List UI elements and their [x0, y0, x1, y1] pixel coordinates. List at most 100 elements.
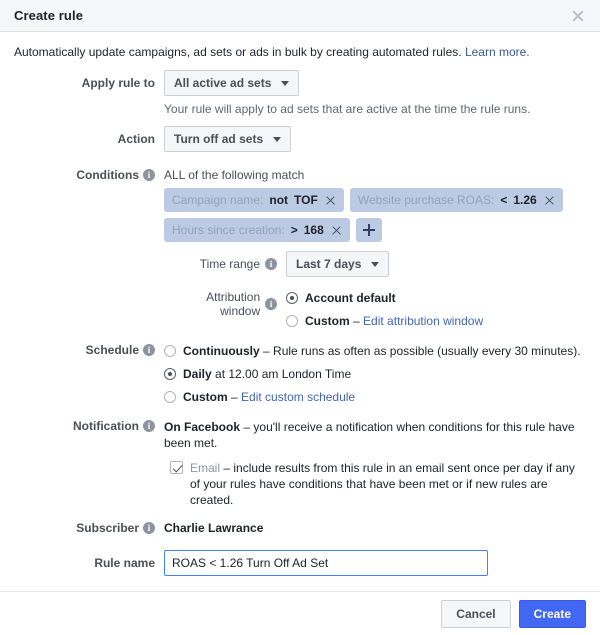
notification-row: Notification i On Facebook – you'll rece… [14, 419, 586, 508]
schedule-field: Continuously – Rule runs as often as pos… [155, 343, 586, 405]
condition-value: 1.26 [513, 193, 537, 207]
conditions-pill-row-1: Campaign name: not TOF Website purchase … [164, 188, 586, 212]
attribution-window-row: Attribution window i Account default Cus… [164, 290, 586, 329]
schedule-option-label: Continuously [183, 344, 260, 358]
schedule-row: Schedule i Continuously – Rule runs as o… [14, 343, 586, 405]
apply-rule-to-label: Apply rule to [81, 76, 155, 90]
dash: – [223, 461, 231, 475]
condition-operator: > [290, 223, 298, 237]
conditions-match-text: ALL of the following match [164, 168, 305, 182]
notification-label-text: Notification [73, 419, 139, 433]
info-icon[interactable]: i [265, 258, 277, 270]
rule-name-label: Rule name [94, 556, 155, 570]
rule-name-row: Rule name [14, 550, 586, 576]
conditions-pill-row-2: Hours since creation: > 168 [164, 218, 586, 242]
condition-key: Campaign name: [172, 193, 264, 207]
attribution-window-label-text: Attribution window [206, 290, 261, 318]
dash: – [231, 390, 238, 404]
conditions-row: Conditions i ALL of the following match … [14, 162, 586, 329]
dialog-footer: Cancel Create [0, 591, 600, 635]
schedule-label: Schedule i [14, 343, 155, 357]
close-icon[interactable] [331, 225, 342, 236]
schedule-option-label: Daily [183, 367, 212, 381]
action-field: Turn off ad sets [155, 126, 586, 152]
attribution-window-label: Attribution window i [164, 290, 277, 318]
subscriber-label: Subscriber i [14, 521, 155, 535]
schedule-option-continuously-text: Continuously – Rule runs as often as pos… [183, 343, 581, 359]
rule-name-input[interactable] [164, 550, 488, 576]
action-value: Turn off ad sets [174, 132, 264, 146]
conditions-label: Conditions i [14, 162, 155, 182]
condition-pill[interactable]: Website purchase ROAS: < 1.26 [349, 188, 563, 212]
attribution-option-custom[interactable]: Custom – Edit attribution window [286, 313, 483, 329]
condition-value: 168 [303, 223, 324, 237]
attribution-option-account-default[interactable]: Account default [286, 290, 483, 306]
notification-label: Notification i [14, 419, 155, 433]
learn-more-link[interactable]: Learn more. [465, 45, 530, 59]
close-icon[interactable] [570, 8, 586, 24]
apply-rule-to-field: All active ad sets Your rule will apply … [155, 70, 586, 117]
schedule-option-custom[interactable]: Custom – Edit custom schedule [164, 389, 586, 405]
attribution-option-label: Custom [305, 314, 350, 328]
time-range-dropdown[interactable]: Last 7 days [286, 251, 390, 277]
attribution-option-custom-text: Custom – Edit attribution window [305, 313, 483, 329]
schedule-option-label: Custom [183, 390, 228, 404]
add-condition-button[interactable] [355, 218, 382, 242]
edit-attribution-window-link[interactable]: Edit attribution window [363, 314, 483, 328]
notification-email-desc: include results from this rule in an ema… [190, 461, 575, 507]
cancel-button[interactable]: Cancel [441, 599, 511, 628]
schedule-option-desc: at 12.00 am London Time [215, 367, 352, 381]
close-icon[interactable] [325, 195, 336, 206]
dialog-body: Automatically update campaigns, ad sets … [0, 32, 600, 576]
notification-email-text: Email – include results from this rule i… [190, 460, 586, 508]
chevron-down-icon [273, 136, 282, 142]
intro-sentence: Automatically update campaigns, ad sets … [14, 45, 462, 59]
info-icon[interactable]: i [143, 169, 155, 181]
notification-email-label: Email [190, 461, 221, 475]
condition-pill[interactable]: Campaign name: not TOF [164, 188, 344, 212]
subscriber-label-text: Subscriber [76, 521, 139, 535]
schedule-option-custom-text: Custom – Edit custom schedule [183, 389, 355, 405]
radio-icon[interactable] [164, 391, 176, 403]
notification-facebook: On Facebook – you'll receive a notificat… [164, 419, 586, 451]
close-icon[interactable] [544, 195, 555, 206]
radio-icon[interactable] [286, 292, 298, 304]
condition-pill[interactable]: Hours since creation: > 168 [164, 218, 350, 242]
condition-operator: < [500, 193, 508, 207]
action-dropdown[interactable]: Turn off ad sets [164, 126, 292, 152]
radio-icon[interactable] [164, 345, 176, 357]
attribution-window-field: Account default Custom – Edit attributio… [277, 290, 483, 329]
condition-key: Hours since creation: [172, 223, 285, 237]
info-icon[interactable]: i [265, 298, 277, 310]
schedule-label-text: Schedule [85, 343, 139, 357]
conditions-field: ALL of the following match Campaign name… [155, 162, 586, 329]
notification-facebook-text: On Facebook – you'll receive a notificat… [164, 419, 586, 451]
intro-text: Automatically update campaigns, ad sets … [14, 44, 586, 60]
subscriber-value: Charlie Lawrance [164, 521, 264, 535]
action-label: Action [117, 132, 155, 146]
time-range-field: Last 7 days [277, 251, 390, 277]
condition-value: TOF [294, 193, 318, 207]
chevron-down-icon [281, 80, 290, 86]
create-button[interactable]: Create [518, 599, 586, 628]
attribution-option-label: Account default [305, 291, 396, 305]
info-icon[interactable]: i [143, 522, 155, 534]
info-icon[interactable]: i [143, 420, 155, 432]
apply-rule-to-row: Apply rule to All active ad sets Your ru… [14, 70, 586, 117]
checkbox-icon[interactable] [170, 461, 183, 474]
apply-rule-to-dropdown[interactable]: All active ad sets [164, 70, 300, 96]
info-icon[interactable]: i [143, 344, 155, 356]
apply-rule-to-value: All active ad sets [174, 76, 272, 90]
conditions-label-text: Conditions [76, 168, 139, 182]
edit-custom-schedule-link[interactable]: Edit custom schedule [241, 390, 355, 404]
schedule-option-continuously[interactable]: Continuously – Rule runs as often as pos… [164, 343, 586, 359]
condition-key: Website purchase ROAS: [357, 193, 495, 207]
radio-icon[interactable] [286, 315, 298, 327]
radio-icon[interactable] [164, 368, 176, 380]
time-range-value: Last 7 days [296, 257, 362, 271]
notification-email[interactable]: Email – include results from this rule i… [164, 460, 586, 508]
schedule-option-daily[interactable]: Daily at 12.00 am London Time [164, 366, 586, 382]
dialog-header: Create rule [0, 0, 600, 32]
dialog-title: Create rule [14, 8, 84, 23]
time-range-row: Time range i Last 7 days [164, 251, 586, 277]
